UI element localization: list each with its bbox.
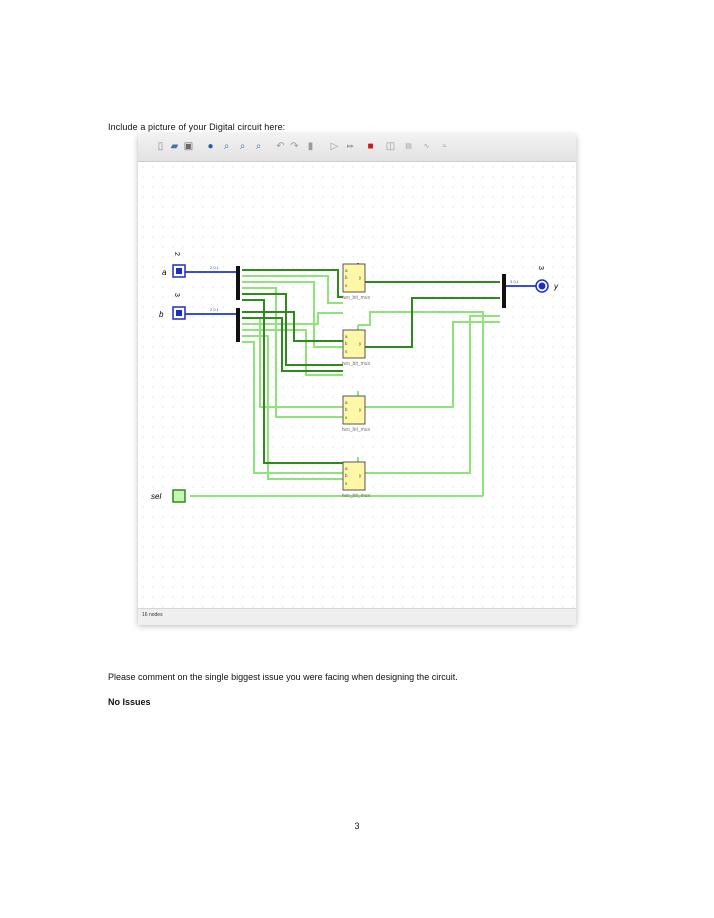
circuit-diagram: 2 0,1 2 0,1 3 0,1 a 2 b 3 sel y 3 a b s … (151, 252, 559, 503)
issue-answer: No Issues (108, 697, 151, 707)
status-bar: 16 nodes (138, 608, 576, 625)
step-icon[interactable]: ▸▸ (344, 140, 357, 153)
mux-1-label: two_bit_mux (342, 295, 371, 301)
redo-icon[interactable]: ↷ (288, 140, 301, 153)
output-y-label: y (553, 282, 559, 291)
svg-text:2 0,1: 2 0,1 (210, 307, 220, 312)
picture-heading: Include a picture of your Digital circui… (108, 122, 286, 132)
input-b-label: b (159, 310, 164, 319)
mux-2[interactable]: a b s y two_bit_mux (342, 329, 371, 367)
page-number: 3 (354, 821, 360, 831)
wave-icon[interactable]: ≈ (438, 140, 451, 153)
input-a[interactable]: a 2 (162, 252, 186, 278)
input-a-label: a (162, 268, 167, 277)
info-icon[interactable]: ● (204, 140, 217, 153)
open-folder-icon[interactable]: ▰ (168, 140, 181, 153)
output-y-bits: 3 (537, 266, 544, 270)
input-b-bits: 3 (173, 293, 180, 297)
svg-text:3 0,1: 3 0,1 (510, 279, 520, 284)
svg-text:2 0,1: 2 0,1 (210, 265, 220, 270)
run-icon[interactable]: ▷ (328, 140, 341, 153)
stop-icon[interactable]: ■ (364, 140, 377, 153)
mux-4[interactable]: a b s y two_bit_mux (342, 461, 371, 499)
table-icon[interactable]: ▤ (402, 140, 415, 153)
digital-simulator-screenshot: ▯ ▰ ▣ ● ⌕ ⌕ ⌕ ↶ ↷ ▮ ▷ ▸▸ ■ ◫ ▤ ∿ ≈ 2 0,1… (138, 134, 576, 625)
zoom-out-icon[interactable]: ⌕ (236, 140, 249, 153)
simulator-toolbar: ▯ ▰ ▣ ● ⌕ ⌕ ⌕ ↶ ↷ ▮ ▷ ▸▸ ■ ◫ ▤ ∿ ≈ (138, 134, 576, 162)
undo-icon[interactable]: ↶ (274, 140, 287, 153)
input-sel[interactable]: sel (151, 489, 186, 503)
mux-2-label: two_bit_mux (342, 361, 371, 367)
save-icon[interactable]: ▣ (182, 140, 195, 153)
mux-3[interactable]: a b s y two_bit_mux (342, 395, 371, 433)
wires-high (242, 263, 500, 464)
node-count: 16 nodes (142, 612, 163, 618)
new-file-icon[interactable]: ▯ (154, 140, 167, 153)
zoom-fit-icon[interactable]: ⌕ (252, 140, 265, 153)
issue-question: Please comment on the single biggest iss… (108, 672, 458, 682)
output-y[interactable]: y 3 (535, 266, 559, 293)
input-sel-label: sel (151, 492, 161, 501)
delete-icon[interactable]: ▮ (304, 140, 317, 153)
zoom-in-icon[interactable]: ⌕ (220, 140, 233, 153)
input-a-bits: 2 (173, 252, 180, 256)
expression-icon[interactable]: ∿ (420, 140, 433, 153)
circuit-canvas[interactable]: 2 0,1 2 0,1 3 0,1 a 2 b 3 sel y 3 a b s … (138, 162, 576, 608)
input-b[interactable]: b 3 (159, 293, 186, 320)
analyse-icon[interactable]: ◫ (384, 140, 397, 153)
mux-4-label: two_bit_mux (342, 493, 371, 499)
mux-3-label: two_bit_mux (342, 427, 371, 433)
